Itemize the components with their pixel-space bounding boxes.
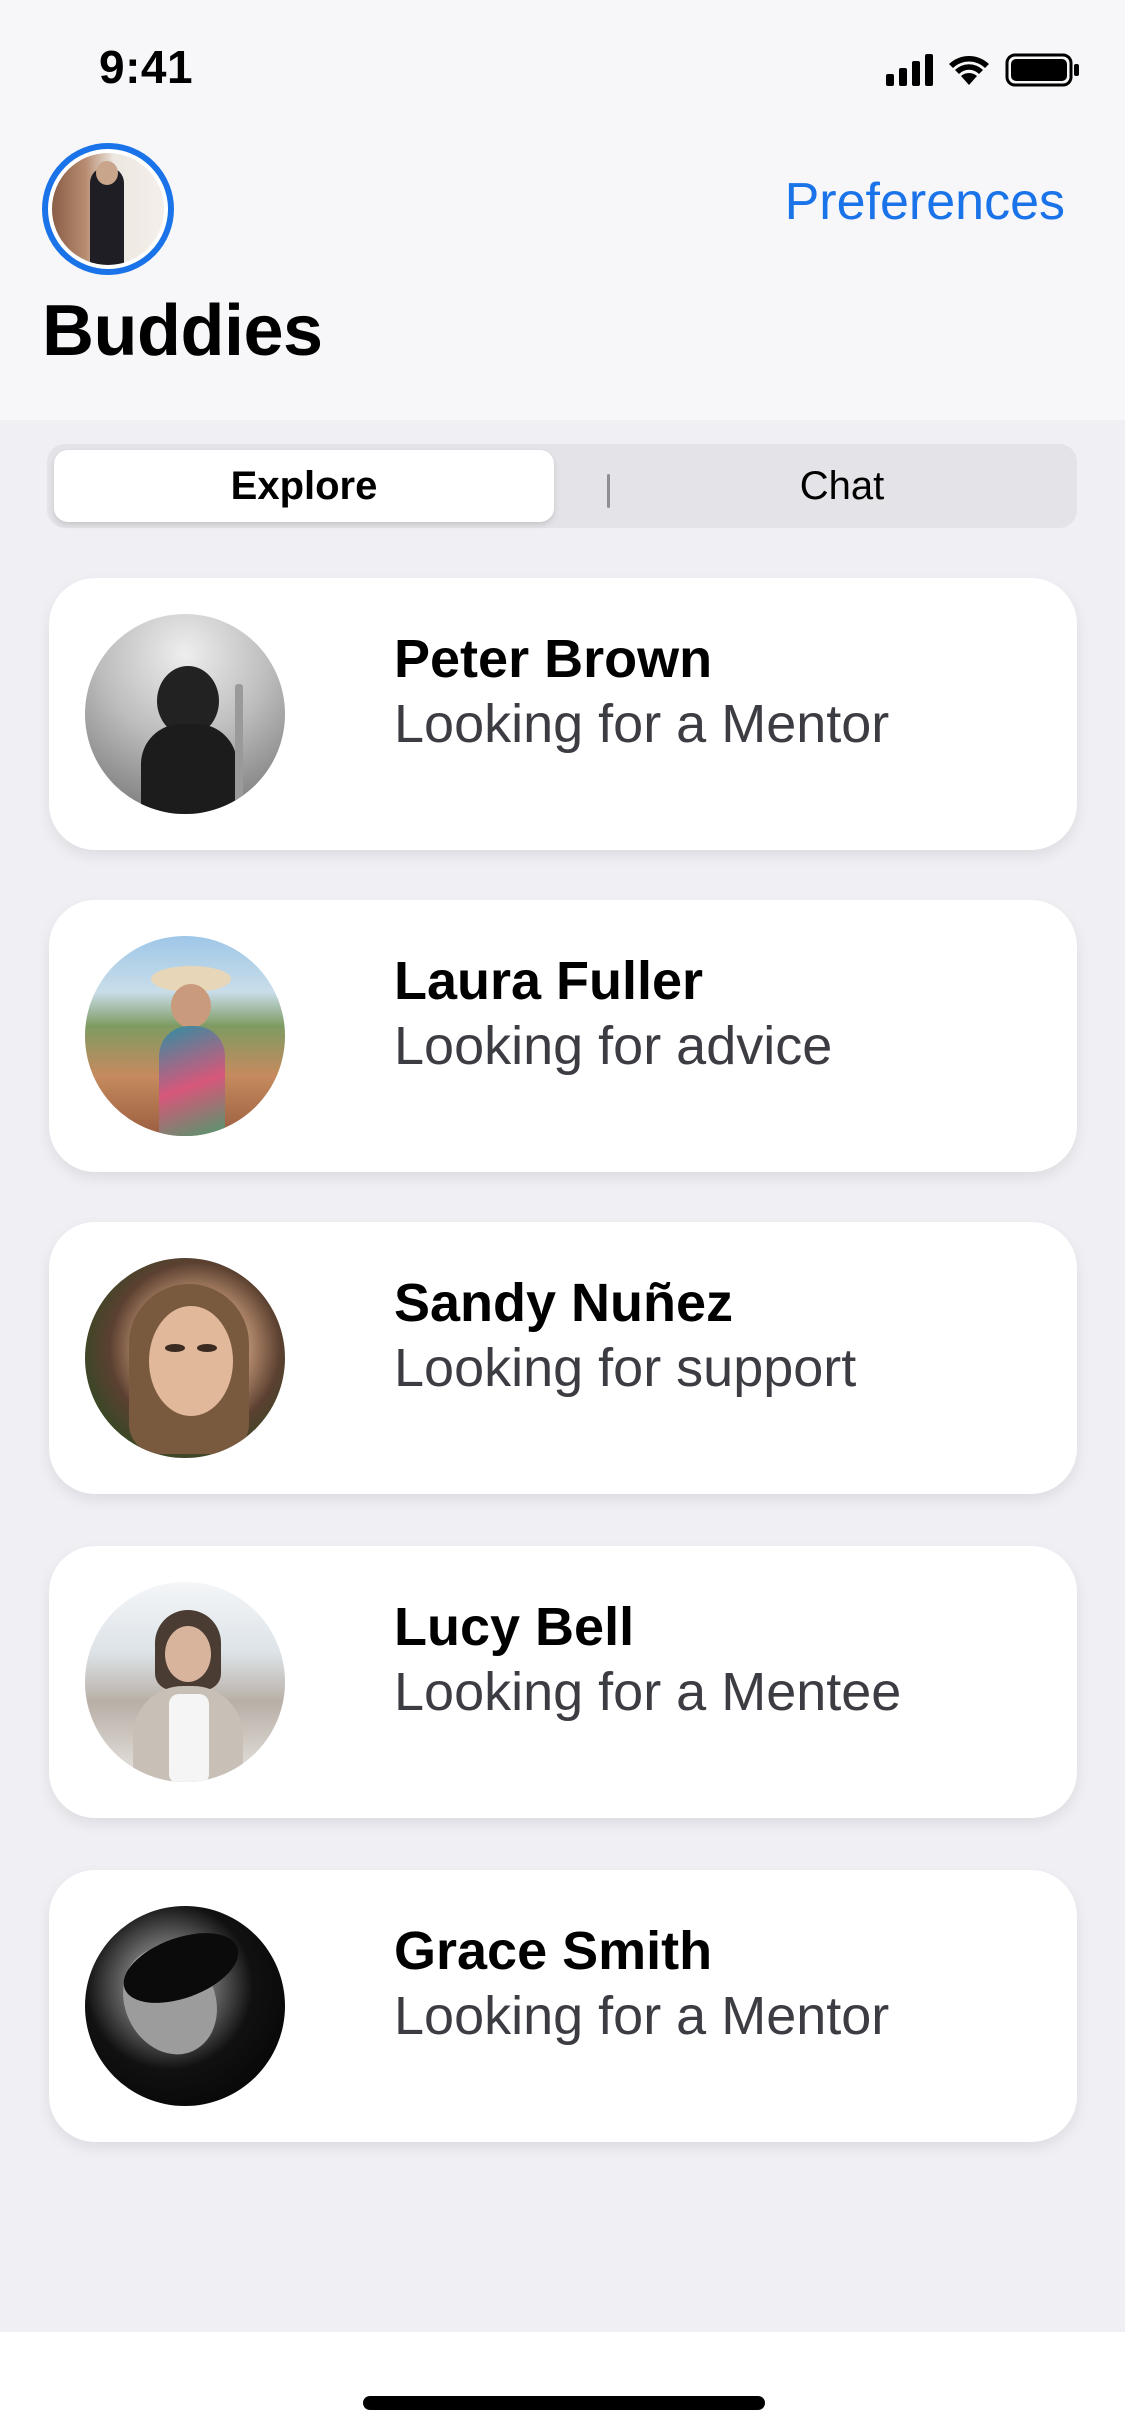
buddy-status: Looking for advice xyxy=(394,1016,833,1076)
buddy-avatar xyxy=(85,1582,285,1782)
segmented-control: Explore Chat xyxy=(47,444,1077,528)
battery-icon xyxy=(1005,53,1081,87)
buddy-status: Looking for a Mentee xyxy=(394,1662,902,1722)
cellular-signal-icon xyxy=(886,54,933,86)
preferences-button[interactable]: Preferences xyxy=(785,172,1065,232)
buddy-avatar xyxy=(85,936,285,1136)
buddy-name: Sandy Nuñez xyxy=(394,1273,734,1333)
buddy-status: Looking for a Mentor xyxy=(394,694,890,754)
profile-avatar[interactable] xyxy=(42,143,174,275)
buddy-card-peter-brown[interactable]: Peter Brown Looking for a Mentor xyxy=(49,578,1077,850)
home-bar-area xyxy=(0,2332,1125,2436)
buddy-card-sandy-nunez[interactable]: Sandy Nuñez Looking for support xyxy=(49,1222,1077,1494)
buddy-name: Laura Fuller xyxy=(394,951,704,1011)
buddy-status: Looking for a Mentor xyxy=(394,1986,890,2046)
buddy-avatar xyxy=(85,1258,285,1458)
buddies-screen: 9:41 Preferences Buddies Explore Chat Pe… xyxy=(0,0,1125,2436)
profile-photo xyxy=(52,153,164,265)
page-title: Buddies xyxy=(42,291,323,371)
buddy-name: Lucy Bell xyxy=(394,1597,635,1657)
segment-divider xyxy=(607,474,610,508)
status-time: 9:41 xyxy=(99,41,194,93)
buddy-card-laura-fuller[interactable]: Laura Fuller Looking for advice xyxy=(49,900,1077,1172)
buddy-card-grace-smith[interactable]: Grace Smith Looking for a Mentor xyxy=(49,1870,1077,2142)
buddy-name: Grace Smith xyxy=(394,1921,713,1981)
status-icons xyxy=(886,50,1081,90)
home-indicator[interactable] xyxy=(363,2396,765,2410)
header: 9:41 Preferences Buddies xyxy=(0,0,1125,420)
buddy-avatar xyxy=(85,1906,285,2106)
wifi-icon xyxy=(947,53,991,87)
buddy-card-lucy-bell[interactable]: Lucy Bell Looking for a Mentee xyxy=(49,1546,1077,1818)
buddy-name: Peter Brown xyxy=(394,629,713,689)
buddy-status: Looking for support xyxy=(394,1338,857,1398)
buddy-avatar xyxy=(85,614,285,814)
tab-chat[interactable]: Chat xyxy=(612,450,1072,522)
tab-explore[interactable]: Explore xyxy=(54,450,554,522)
